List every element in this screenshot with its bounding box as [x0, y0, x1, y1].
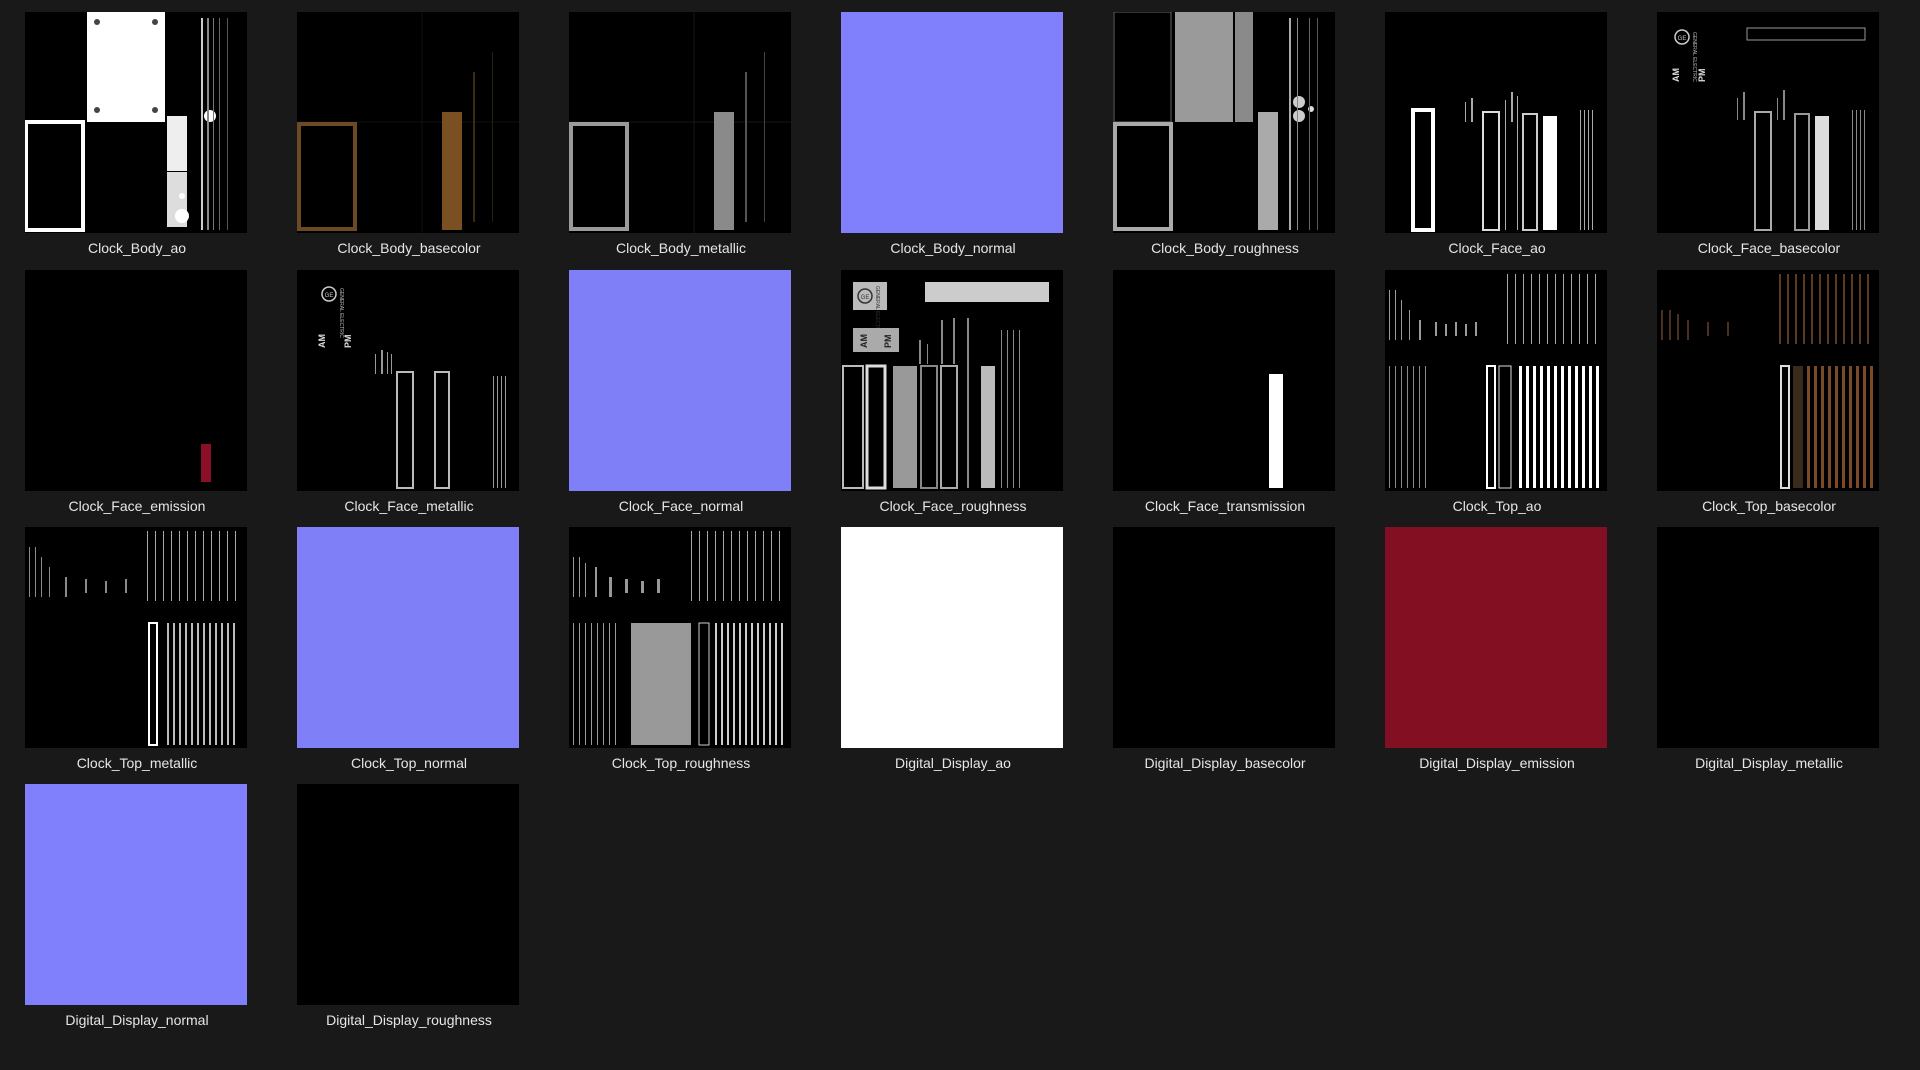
texture-thumbnail [25, 12, 247, 233]
texture-thumbnail: GE GENERAL ELECTRIC AM PM [1657, 12, 1879, 233]
texture-thumbnail: GE GENERAL ELECTRIC AM PM [297, 270, 519, 491]
file-name-label: Clock_Face_emission [68, 498, 206, 514]
svg-text:GE: GE [325, 293, 334, 299]
texture-thumbnail [297, 784, 519, 1005]
file-name-label: Clock_Face_roughness [879, 498, 1027, 514]
file-tile-clock-face-roughness[interactable]: GE GENERAL ELECTRIC AM PM Clock_Face_rou… [818, 270, 1088, 527]
texture-thumbnail [1113, 12, 1335, 233]
texture-thumbnail [841, 12, 1063, 233]
texture-thumbnail [569, 12, 791, 233]
file-tile-clock-face-ao[interactable]: Clock_Face_ao [1362, 12, 1632, 269]
file-name-label: Clock_Top_metallic [76, 755, 198, 771]
am-text: AM [1671, 68, 1681, 82]
am-text: AM [859, 334, 869, 348]
file-tile-clock-top-roughness[interactable]: Clock_Top_roughness [546, 527, 816, 784]
file-name-label: Clock_Top_basecolor [1702, 498, 1836, 514]
texture-thumbnail [1113, 270, 1335, 491]
file-name-label: Digital_Display_ao [895, 755, 1011, 771]
texture-thumbnail [1385, 527, 1607, 748]
file-name-label: Clock_Face_basecolor [1697, 240, 1841, 256]
pm-text: PM [883, 335, 893, 349]
texture-thumbnail [569, 270, 791, 491]
file-tile-digital-display-metallic[interactable]: Digital_Display_metallic [1634, 527, 1904, 784]
file-tile-clock-top-metallic[interactable]: Clock_Top_metallic [2, 527, 272, 784]
brand-text: GENERAL ELECTRIC [338, 288, 344, 338]
file-name-label: Clock_Top_roughness [611, 755, 751, 771]
file-tile-clock-top-basecolor[interactable]: Clock_Top_basecolor [1634, 270, 1904, 527]
file-name-label: Clock_Top_normal [351, 755, 467, 771]
file-name-label: Clock_Body_normal [890, 240, 1016, 256]
texture-thumbnail [1657, 270, 1879, 491]
file-tile-clock-top-normal[interactable]: Clock_Top_normal [274, 527, 544, 784]
file-name-label: Digital_Display_emission [1419, 755, 1575, 771]
file-name-label: Clock_Body_ao [87, 240, 187, 256]
file-name-label: Digital_Display_roughness [326, 1012, 492, 1028]
file-name-label: Clock_Top_ao [1452, 498, 1542, 514]
file-name-label: Clock_Body_basecolor [337, 240, 481, 256]
file-name-label: Clock_Face_metallic [344, 498, 474, 514]
file-tile-clock-face-normal[interactable]: Clock_Face_normal [546, 270, 816, 527]
file-tile-clock-face-basecolor[interactable]: GE GENERAL ELECTRIC AM PM Clock_Face_bas… [1634, 12, 1904, 269]
file-tile-clock-body-roughness[interactable]: Clock_Body_roughness [1090, 12, 1360, 269]
pm-text: PM [1697, 69, 1707, 83]
file-name-label: Clock_Body_roughness [1151, 240, 1299, 256]
file-tile-digital-display-basecolor[interactable]: Digital_Display_basecolor [1090, 527, 1360, 784]
texture-thumbnail [1385, 270, 1607, 491]
file-name-label: Digital_Display_metallic [1695, 755, 1843, 771]
texture-thumbnail [297, 527, 519, 748]
pm-text: PM [343, 335, 353, 349]
texture-thumbnail [1113, 527, 1335, 748]
file-name-label: Clock_Face_normal [618, 498, 744, 514]
file-tile-clock-body-basecolor[interactable]: Clock_Body_basecolor [274, 12, 544, 269]
texture-thumbnail [1385, 12, 1607, 233]
svg-text:GE: GE [861, 295, 870, 301]
texture-thumbnail [1657, 527, 1879, 748]
texture-thumbnail [569, 527, 791, 748]
texture-thumbnail: GE GENERAL ELECTRIC AM PM [841, 270, 1063, 491]
file-tile-digital-display-emission[interactable]: Digital_Display_emission [1362, 527, 1632, 784]
file-tile-digital-display-ao[interactable]: Digital_Display_ao [818, 527, 1088, 784]
file-tile-clock-face-metallic[interactable]: GE GENERAL ELECTRIC AM PM Clock_Face_met… [274, 270, 544, 527]
file-tile-clock-face-emission[interactable]: Clock_Face_emission [2, 270, 272, 527]
file-tile-clock-face-transmission[interactable]: Clock_Face_transmission [1090, 270, 1360, 527]
file-tile-digital-display-normal[interactable]: Digital_Display_normal [2, 784, 272, 1041]
file-tile-clock-body-normal[interactable]: Clock_Body_normal [818, 12, 1088, 269]
file-name-label: Digital_Display_basecolor [1144, 755, 1306, 771]
file-tile-clock-body-metallic[interactable]: Clock_Body_metallic [546, 12, 816, 269]
texture-thumbnail [297, 12, 519, 233]
file-name-label: Digital_Display_normal [65, 1012, 209, 1028]
file-tile-clock-body-ao[interactable]: Clock_Body_ao [2, 12, 272, 269]
file-name-label: Clock_Face_transmission [1144, 498, 1306, 514]
file-name-label: Clock_Face_ao [1448, 240, 1546, 256]
thumbnail-grid: Clock_Body_ao Clock_Body_basecolor Clock… [0, 0, 1920, 1070]
file-tile-clock-top-ao[interactable]: Clock_Top_ao [1362, 270, 1632, 527]
file-name-label: Clock_Body_metallic [616, 240, 746, 256]
texture-thumbnail [25, 270, 247, 491]
texture-thumbnail [25, 527, 247, 748]
svg-text:GE: GE [1678, 36, 1687, 42]
file-tile-digital-display-roughness[interactable]: Digital_Display_roughness [274, 784, 544, 1041]
texture-thumbnail [841, 527, 1063, 748]
am-text: AM [317, 334, 327, 348]
texture-thumbnail [25, 784, 247, 1005]
